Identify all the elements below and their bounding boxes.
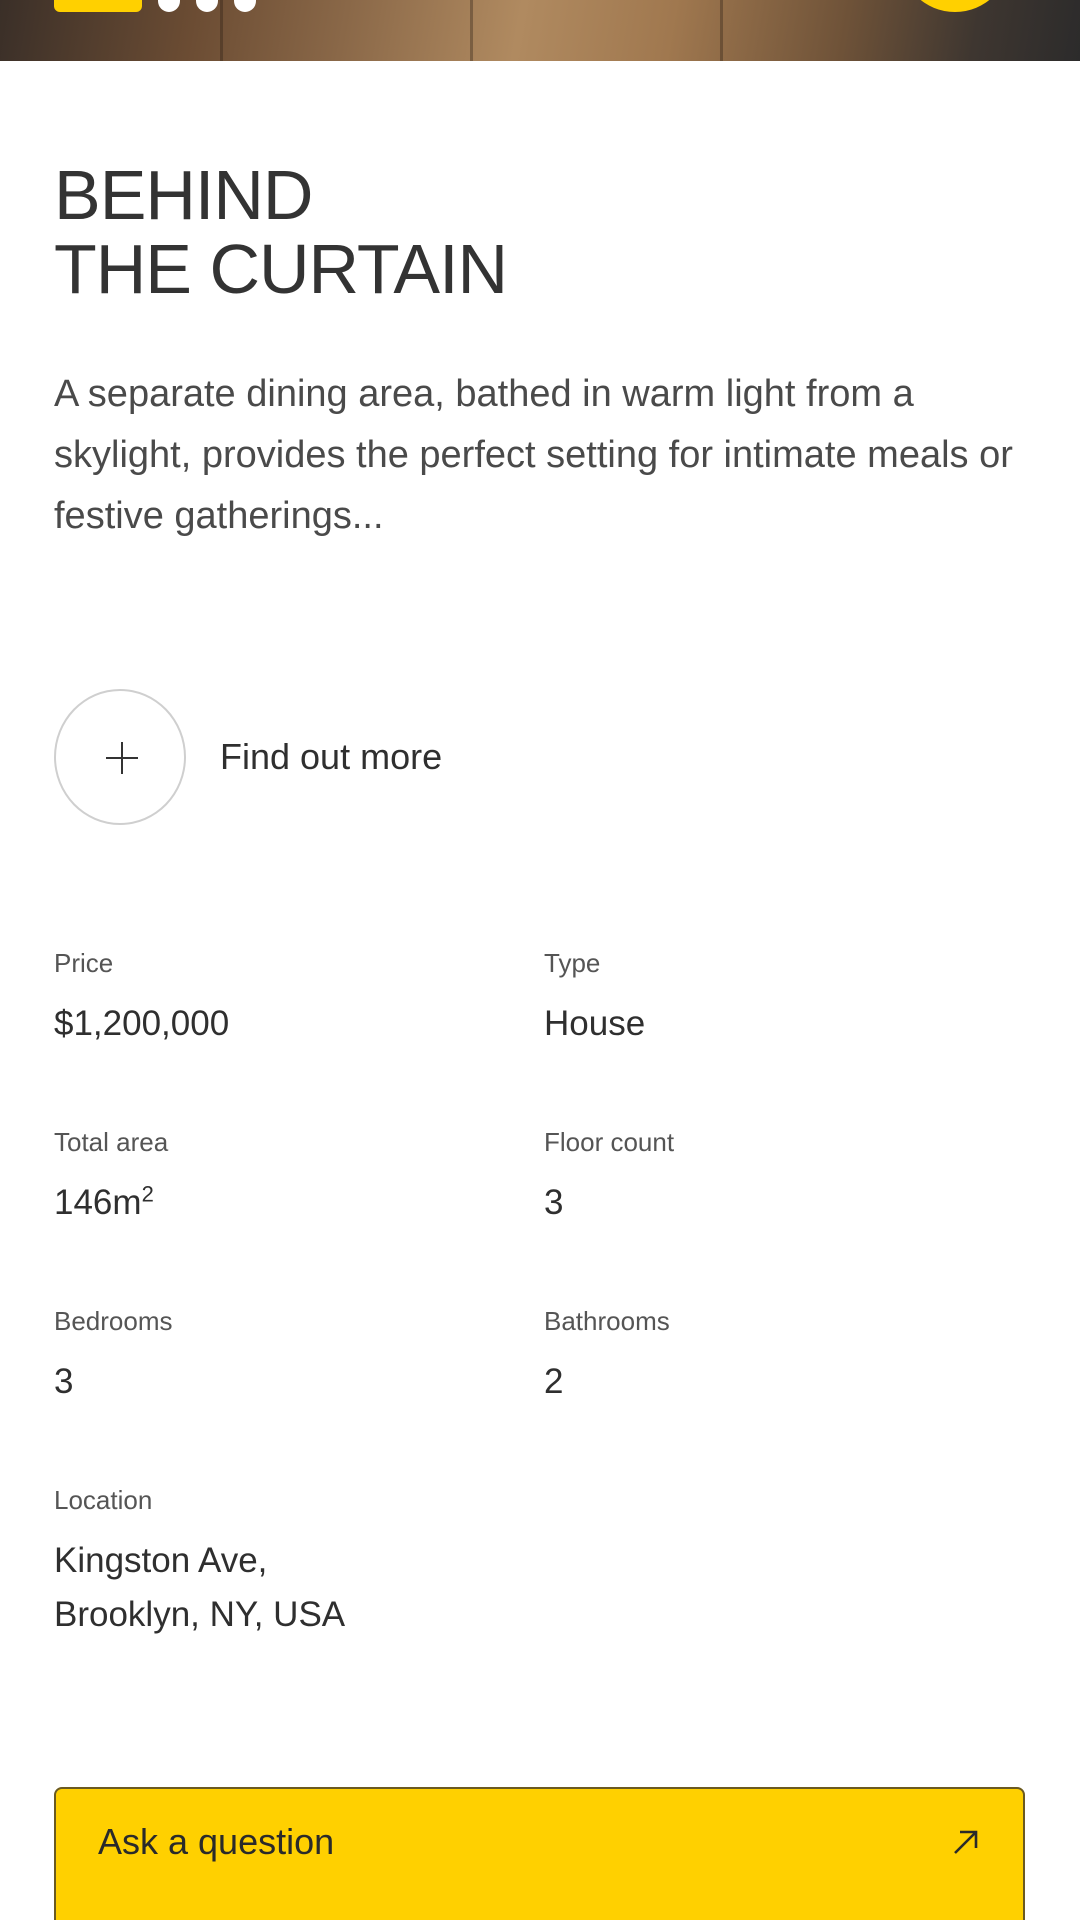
area-value: 146m [54,1183,142,1222]
spec-bathrooms: Bathrooms 2 [544,1306,670,1405]
spec-value: 146m2 [54,1180,168,1226]
plus-icon[interactable] [54,689,186,825]
spec-label: Type [544,948,601,978]
spec-value: $1,200,000 [54,1004,230,1043]
area-unit-superscript: 2 [141,1181,154,1207]
hero-floor-plank [720,0,723,61]
find-out-more-button[interactable]: Find out more [54,689,442,825]
pager-indicator[interactable] [234,0,256,12]
location-line-2: Brooklyn, NY, USA [54,1595,346,1634]
spec-label: Bedrooms [54,1306,173,1336]
spec-total-area: Total area 146m2 [54,1127,168,1226]
spec-value: 2 [544,1362,564,1401]
arrow-up-right-icon [954,1830,978,1854]
ask-question-label[interactable]: Ask a question [98,1821,334,1863]
page-title-line-1: BEHIND [54,156,313,234]
page-title-line-2: THE CURTAIN [54,230,508,308]
pager-indicator-active[interactable] [54,0,142,12]
spec-type: Type House [544,948,645,1047]
spec-location: Location Kingston Ave, Brooklyn, NY, USA [54,1485,345,1638]
spec-floor-count: Floor count 3 [544,1127,674,1226]
spec-value-location: Kingston Ave, Brooklyn, NY, USA [54,1538,345,1638]
spec-price: Price $1,200,000 [54,948,229,1047]
spec-label: Location [54,1485,153,1515]
location-line-1: Kingston Ave, [54,1541,268,1580]
spec-label: Price [54,948,114,978]
hero-action-button[interactable] [900,0,1010,12]
spec-bedrooms: Bedrooms 3 [54,1306,173,1405]
spec-label: Floor count [544,1127,675,1157]
find-out-more-label[interactable]: Find out more [220,736,442,778]
pager-indicator[interactable] [158,0,180,12]
hero-floor-plank [470,0,473,61]
ask-question-button[interactable]: Ask a question [54,1787,1025,1920]
description-text: A separate dining area, bathed in warm l… [54,373,1013,537]
pager-indicator[interactable] [196,0,218,12]
page-title: BEHIND THE CURTAIN [54,158,954,306]
spec-label: Total area [54,1127,169,1157]
spec-value: 3 [54,1362,74,1401]
hero-image [0,0,1080,61]
spec-value: House [544,1004,646,1043]
spec-value: 3 [544,1183,564,1222]
image-pager [54,0,256,12]
spec-label: Bathrooms [544,1306,670,1336]
